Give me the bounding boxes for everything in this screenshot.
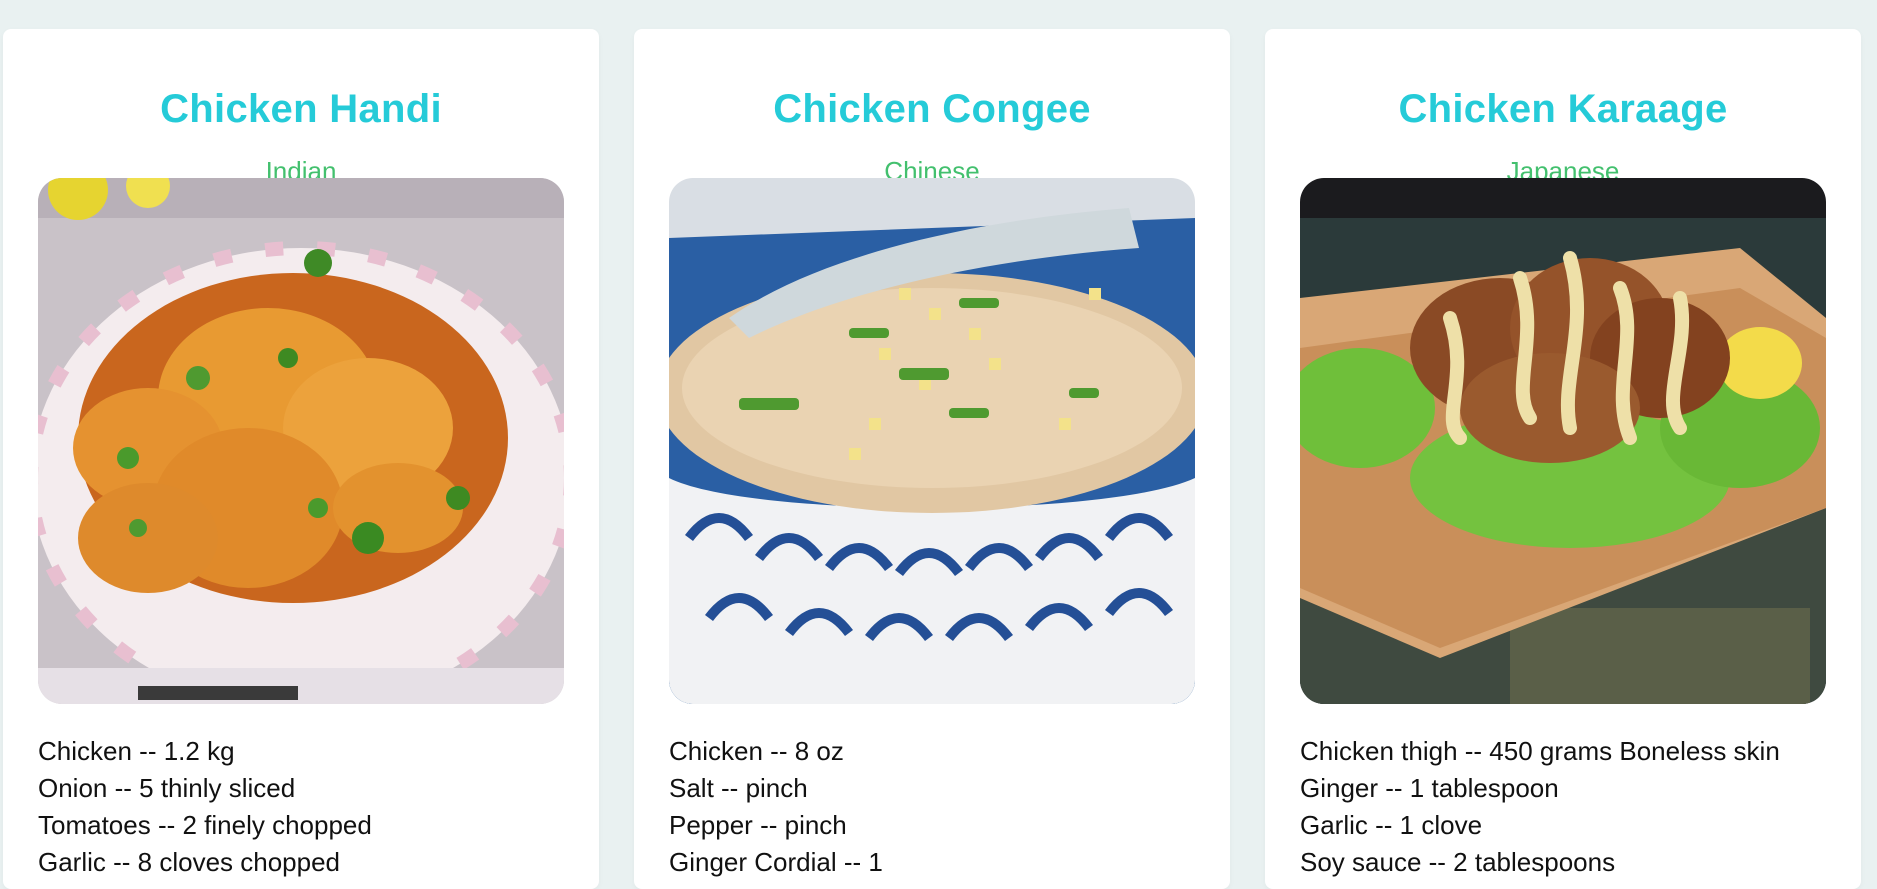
list-item: Chicken -- 1.2 kg (38, 736, 235, 766)
list-item: Soy sauce -- 2 tablespoons (1300, 847, 1616, 877)
recipe-title: Chicken Karaage (1398, 87, 1728, 131)
list-item: Chicken -- 8 oz (669, 736, 844, 766)
list-item: Ginger Cordial -- 1 (669, 847, 883, 877)
chicken-karaage-photo (1300, 178, 1826, 704)
chicken-handi-photo (38, 178, 564, 704)
ingredient-list: Chicken -- 8 oz Salt -- pinch Pepper -- … (669, 733, 1210, 881)
recipe-card[interactable]: Chicken Karaage Japanese Chicken thigh -… (1265, 29, 1861, 889)
list-item: Salt -- pinch (669, 773, 808, 803)
ingredient-list: Chicken thigh -- 450 grams Boneless skin… (1300, 733, 1841, 881)
list-item: Onion -- 5 thinly sliced (38, 773, 296, 803)
list-item: Tomatoes -- 2 finely chopped (38, 810, 372, 840)
list-item: Garlic -- 8 cloves chopped (38, 847, 341, 877)
list-item: Ginger -- 1 tablespoon (1300, 773, 1559, 803)
list-item: Pepper -- pinch (669, 810, 847, 840)
recipe-card[interactable]: Chicken Congee Chinese Chicken -- 8 oz S… (634, 29, 1230, 889)
list-item: Garlic -- 1 clove (1300, 810, 1483, 840)
recipe-card[interactable]: Chicken Handi Indian Chicken -- 1.2 kg O… (3, 29, 599, 889)
recipe-title: Chicken Congee (773, 87, 1091, 131)
chicken-congee-photo (669, 178, 1195, 704)
ingredient-list: Chicken -- 1.2 kg Onion -- 5 thinly slic… (38, 733, 579, 881)
list-item: Chicken thigh -- 450 grams Boneless skin (1300, 736, 1780, 766)
recipe-grid: Chicken Handi Indian Chicken -- 1.2 kg O… (3, 29, 1861, 889)
recipe-title: Chicken Handi (160, 87, 442, 131)
